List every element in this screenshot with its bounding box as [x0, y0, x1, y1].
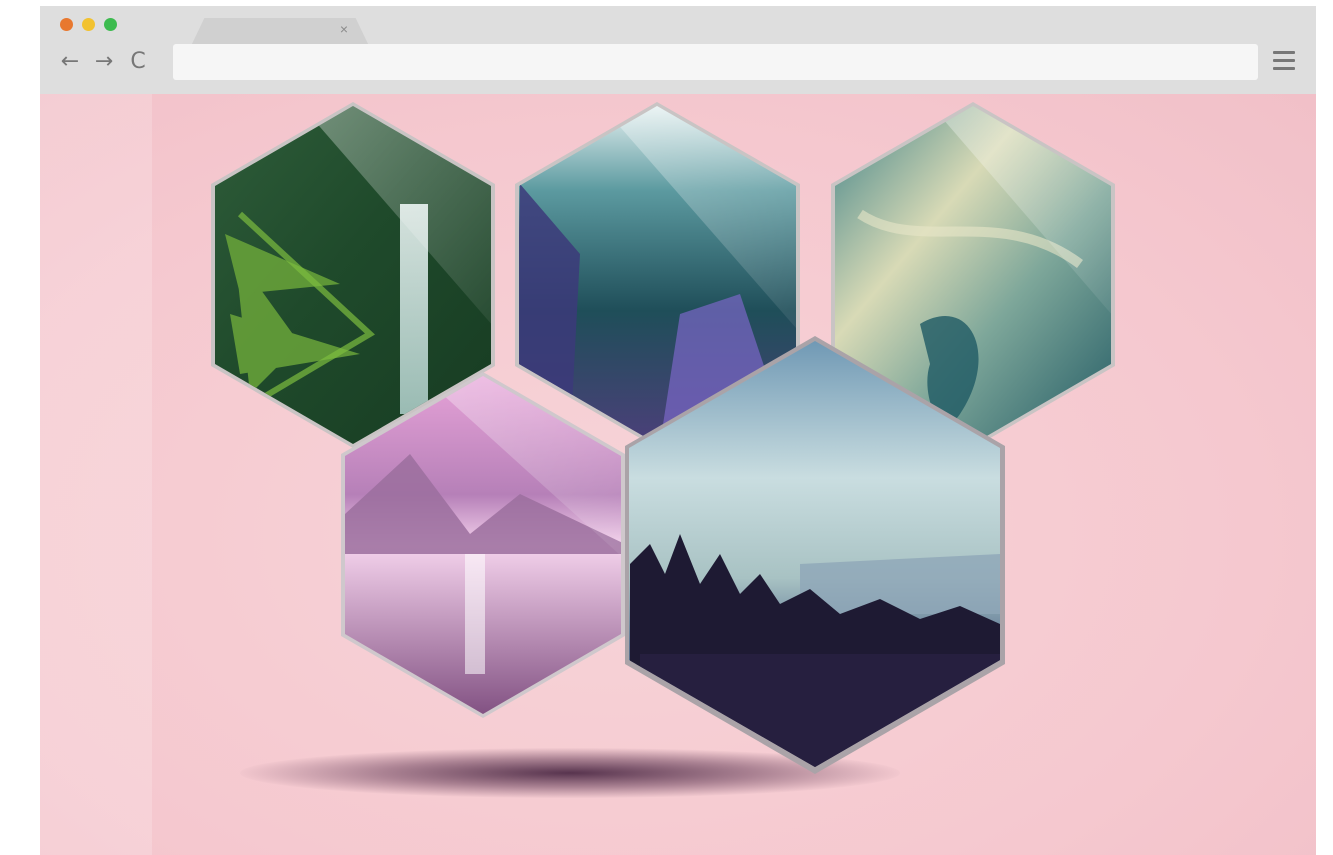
maximize-window-button[interactable]	[104, 18, 117, 31]
reload-icon[interactable]: C	[124, 47, 152, 77]
navigation-controls: ← → C	[56, 47, 152, 77]
window-controls	[60, 18, 117, 31]
hamburger-menu-icon[interactable]	[1273, 51, 1295, 71]
page-content	[40, 94, 1316, 855]
close-icon[interactable]: ×	[336, 18, 352, 40]
back-icon[interactable]: ←	[56, 47, 84, 77]
hexagon-gallery	[211, 102, 1115, 774]
browser-window: × ← → C	[40, 6, 1316, 855]
forward-icon[interactable]: →	[90, 47, 118, 77]
close-window-button[interactable]	[60, 18, 73, 31]
browser-toolbar: × ← → C	[40, 6, 1316, 95]
address-bar[interactable]	[173, 44, 1258, 80]
minimize-window-button[interactable]	[82, 18, 95, 31]
